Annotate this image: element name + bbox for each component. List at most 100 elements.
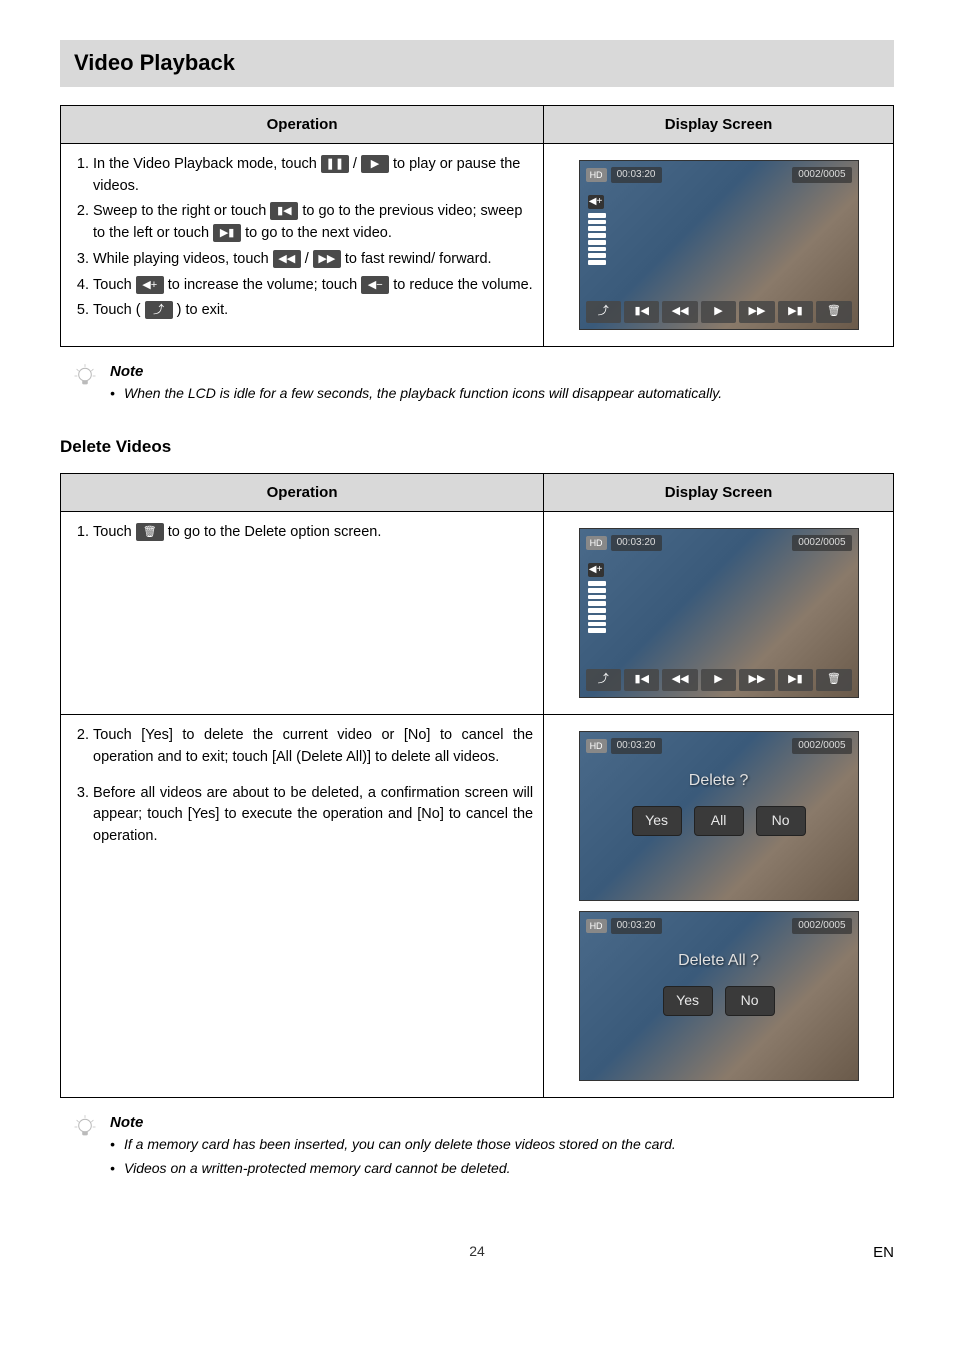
step-4: Touch ◀+ to increase the volume; touch ◀… bbox=[93, 275, 533, 297]
pb-next-icon: ▶▮ bbox=[778, 301, 813, 323]
page-number: 24 bbox=[469, 1243, 485, 1259]
hd-badge-2: HD bbox=[586, 536, 607, 551]
delete-step-3: Before all videos are about to be delete… bbox=[93, 783, 533, 848]
delete-step1-cell: Touch 🗑 to go to the Delete option scree… bbox=[61, 512, 544, 715]
back-icon: ⤴ bbox=[145, 301, 173, 319]
step2-text-c: to go to the next video. bbox=[245, 225, 392, 241]
volume-plus-icon-2: ◀+ bbox=[588, 563, 604, 577]
delete-all-dialog: Delete All ? Yes No bbox=[663, 950, 775, 1016]
step4-text-a: Touch bbox=[93, 277, 136, 293]
step-5: Touch ( ⤴ ) to exit. bbox=[93, 300, 533, 322]
count-label-4: 0002/0005 bbox=[792, 918, 851, 934]
play-icon: ▶ bbox=[361, 155, 389, 173]
delete-step1-display-cell: HD 00:03:20 0002/0005 ◀+ ⤴ ▮◀ ◀◀ ▶ bbox=[544, 512, 894, 715]
video-playback-table: Operation Display Screen In the Video Pl… bbox=[60, 105, 894, 347]
pb-rew-icon: ◀◀ bbox=[662, 301, 697, 323]
step4-text-c: to reduce the volume. bbox=[393, 277, 532, 293]
voldn-icon: ◀− bbox=[361, 276, 389, 294]
delete-videos-table: Operation Display Screen Touch 🗑 to go t… bbox=[60, 473, 894, 1098]
col-operation-header-2: Operation bbox=[61, 474, 544, 512]
delete-step-2: Touch [Yes] to delete the current video … bbox=[93, 725, 533, 769]
yes-button-2[interactable]: Yes bbox=[663, 986, 713, 1016]
no-button-2[interactable]: No bbox=[725, 986, 775, 1016]
yes-button[interactable]: Yes bbox=[632, 806, 682, 836]
pb2-prev-icon: ▮◀ bbox=[624, 669, 659, 691]
pb-ff-icon: ▶▶ bbox=[739, 301, 774, 323]
prev-icon: ▮◀ bbox=[270, 202, 298, 220]
page-footer: 24 EN bbox=[60, 1242, 894, 1262]
step-2: Sweep to the right or touch ▮◀ to go to … bbox=[93, 201, 533, 245]
delete-option-screen: HD 00:03:20 0002/0005 ◀+ ⤴ ▮◀ ◀◀ ▶ bbox=[579, 528, 859, 698]
count-label-2: 0002/0005 bbox=[792, 535, 851, 551]
col-display-header-2: Display Screen bbox=[544, 474, 894, 512]
note-title-2: Note bbox=[110, 1112, 894, 1133]
pb2-back-icon: ⤴ bbox=[586, 669, 621, 691]
hd-badge: HD bbox=[586, 168, 607, 183]
note-block-1: Note When the LCD is idle for a few seco… bbox=[70, 361, 894, 408]
volup-icon: ◀+ bbox=[136, 276, 164, 294]
step1-text-a: In the Video Playback mode, touch bbox=[93, 156, 321, 172]
pb2-next-icon: ▶▮ bbox=[778, 669, 813, 691]
play-controls-bar: ⤴ ▮◀ ◀◀ ▶ ▶▶ ▶▮ 🗑 bbox=[586, 301, 852, 323]
delete-step23-display-cell: HD 00:03:20 0002/0005 Delete ? Yes All N… bbox=[544, 715, 894, 1098]
hd-badge-4: HD bbox=[586, 919, 607, 934]
count-label-3: 0002/0005 bbox=[792, 738, 851, 754]
step-1: In the Video Playback mode, touch ❚❚ / ▶… bbox=[93, 154, 533, 198]
step5-text-b: ) to exit. bbox=[177, 302, 229, 318]
time-label: 00:03:20 bbox=[611, 167, 662, 183]
dstep1-text-b: to go to the Delete option screen. bbox=[168, 524, 382, 540]
note-block-2: Note If a memory card has been inserted,… bbox=[70, 1112, 894, 1182]
note2-item1: If a memory card has been inserted, you … bbox=[110, 1135, 894, 1155]
pb2-rew-icon: ◀◀ bbox=[662, 669, 697, 691]
col-display-header: Display Screen bbox=[544, 105, 894, 143]
fastforward-icon: ▶▶ bbox=[313, 250, 341, 268]
delete-all-confirm-screen: HD 00:03:20 0002/0005 Delete All ? Yes N… bbox=[579, 911, 859, 1081]
pb-trash-icon: 🗑 bbox=[816, 301, 851, 323]
step4-text-b: to increase the volume; touch bbox=[168, 277, 361, 293]
operation-cell: In the Video Playback mode, touch ❚❚ / ▶… bbox=[61, 143, 544, 346]
pb-play-icon: ▶ bbox=[701, 301, 736, 323]
delete-step-1: Touch 🗑 to go to the Delete option scree… bbox=[93, 522, 533, 544]
step-3: While playing videos, touch ◀◀ / ▶▶ to f… bbox=[93, 249, 533, 271]
step3-text-b: to fast rewind/ forward. bbox=[345, 251, 492, 267]
volume-bar-2: ◀+ bbox=[588, 563, 606, 633]
play-controls-bar-2: ⤴ ▮◀ ◀◀ ▶ ▶▶ ▶▮ 🗑 bbox=[586, 669, 852, 691]
pb-prev-icon: ▮◀ bbox=[624, 301, 659, 323]
delete-all-dialog-text: Delete All ? bbox=[663, 950, 775, 972]
all-button[interactable]: All bbox=[694, 806, 744, 836]
trash-icon: 🗑 bbox=[136, 523, 164, 541]
delete-dialog: Delete ? Yes All No bbox=[632, 770, 806, 836]
language-label: EN bbox=[873, 1242, 894, 1263]
pb2-play-icon: ▶ bbox=[701, 669, 736, 691]
col-operation-header: Operation bbox=[61, 105, 544, 143]
time-label-2: 00:03:20 bbox=[611, 535, 662, 551]
pb-back-icon: ⤴ bbox=[586, 301, 621, 323]
step3-text-a: While playing videos, touch bbox=[93, 251, 273, 267]
display-cell: HD 00:03:20 0002/0005 ◀+ ⤴ ▮◀ ◀◀ ▶ bbox=[544, 143, 894, 346]
lightbulb-icon bbox=[70, 361, 100, 391]
dstep1-text-a: Touch bbox=[93, 524, 136, 540]
delete-confirm-screen: HD 00:03:20 0002/0005 Delete ? Yes All N… bbox=[579, 731, 859, 901]
count-label: 0002/0005 bbox=[792, 167, 851, 183]
note-title: Note bbox=[110, 361, 894, 382]
note1-item1: When the LCD is idle for a few seconds, … bbox=[110, 384, 894, 404]
pause-icon: ❚❚ bbox=[321, 155, 349, 173]
time-label-3: 00:03:20 bbox=[611, 738, 662, 754]
delete-videos-heading: Delete Videos bbox=[60, 435, 894, 459]
pb2-ff-icon: ▶▶ bbox=[739, 669, 774, 691]
hd-badge-3: HD bbox=[586, 739, 607, 754]
pb2-trash-icon: 🗑 bbox=[816, 669, 851, 691]
playback-screen: HD 00:03:20 0002/0005 ◀+ ⤴ ▮◀ ◀◀ ▶ bbox=[579, 160, 859, 330]
page-title: Video Playback bbox=[60, 40, 894, 87]
step5-text-a: Touch ( bbox=[93, 302, 145, 318]
rewind-icon: ◀◀ bbox=[273, 250, 301, 268]
next-icon: ▶▮ bbox=[213, 224, 241, 242]
delete-dialog-text: Delete ? bbox=[632, 770, 806, 792]
lightbulb-icon-2 bbox=[70, 1112, 100, 1142]
no-button[interactable]: No bbox=[756, 806, 806, 836]
delete-step23-cell: Touch [Yes] to delete the current video … bbox=[61, 715, 544, 1098]
volume-plus-icon: ◀+ bbox=[588, 195, 604, 209]
note2-item2: Videos on a written-protected memory car… bbox=[110, 1159, 894, 1179]
volume-bar: ◀+ bbox=[588, 195, 606, 265]
step2-text-a: Sweep to the right or touch bbox=[93, 203, 270, 219]
